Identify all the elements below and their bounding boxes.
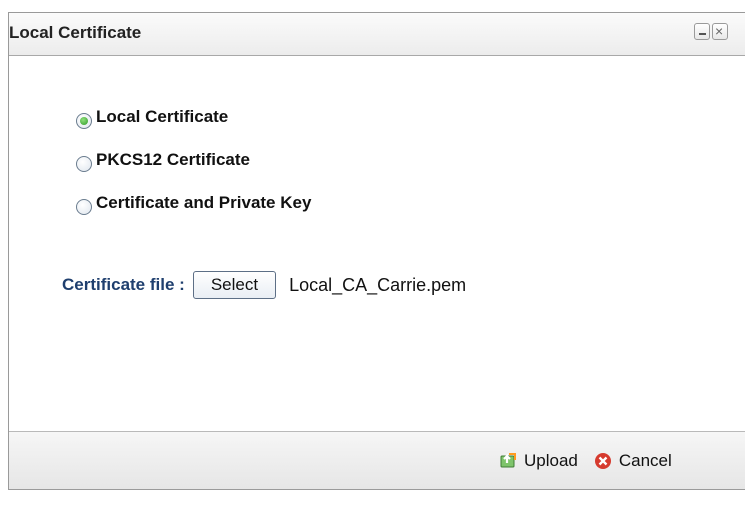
radio-option-certificate-and-private-key[interactable]: Certificate and Private Key — [76, 190, 311, 216]
close-icon: × — [715, 23, 724, 39]
cancel-icon — [594, 453, 611, 469]
upload-button[interactable]: Upload — [499, 451, 578, 471]
radio-label-pkcs12-certificate: PKCS12 Certificate — [96, 150, 251, 169]
cancel-label: Cancel — [618, 451, 672, 470]
radio-label-certificate-and-private-key: Certificate and Private Key — [96, 193, 312, 212]
certificate-file-row: Certificate file : Select Local_CA_Carri… — [62, 271, 466, 299]
upload-icon — [500, 453, 516, 468]
upload-label: Upload — [524, 451, 578, 470]
dialog-title: Local Certificate — [9, 23, 142, 42]
cancel-button[interactable]: Cancel — [594, 451, 672, 471]
radio-option-pkcs12-certificate[interactable]: PKCS12 Certificate — [76, 147, 311, 173]
certificate-type-group: Local Certificate PKCS12 Certificate Cer… — [76, 104, 311, 216]
dialog-titlebar: Local Certificate × — [9, 13, 745, 56]
certificate-file-label: Certificate file : — [62, 275, 185, 294]
select-file-button[interactable]: Select — [192, 271, 277, 299]
footer-actions: Upload Cancel — [499, 451, 672, 471]
radio-button-pkcs12-certificate[interactable] — [76, 156, 92, 172]
window-controls: × — [694, 23, 728, 40]
close-button[interactable]: × — [712, 23, 728, 40]
radio-option-local-certificate[interactable]: Local Certificate — [76, 104, 311, 130]
minimize-icon — [699, 33, 706, 35]
radio-button-certificate-and-private-key[interactable] — [76, 199, 92, 215]
selected-file-name: Local_CA_Carrie.pem — [289, 274, 467, 295]
minimize-button[interactable] — [694, 23, 710, 40]
radio-label-local-certificate: Local Certificate — [96, 107, 229, 126]
local-certificate-dialog: Local Certificate × Local Certificate PK… — [8, 12, 745, 490]
radio-button-local-certificate[interactable] — [76, 113, 92, 129]
dialog-footer: Upload Cancel — [9, 431, 745, 489]
